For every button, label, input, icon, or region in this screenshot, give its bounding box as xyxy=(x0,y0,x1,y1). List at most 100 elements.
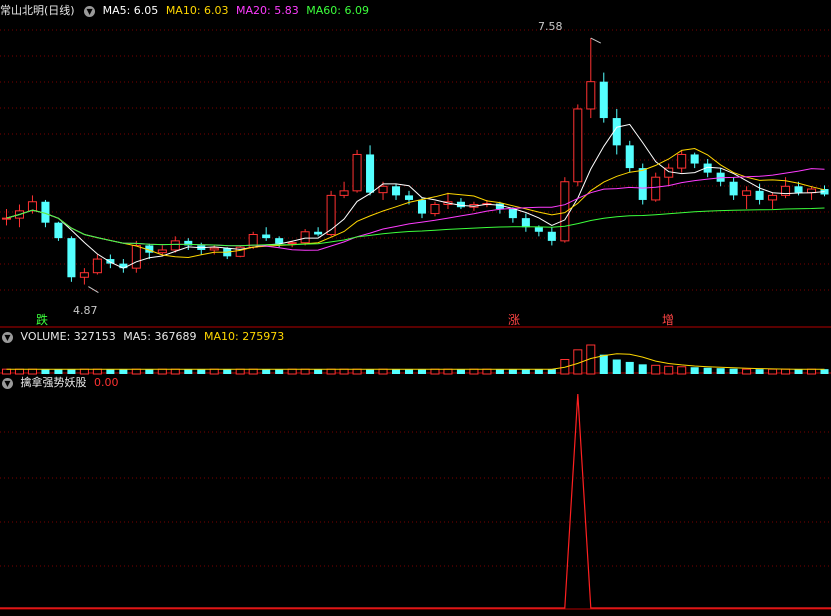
volume-bar xyxy=(235,368,245,375)
candle-body xyxy=(209,247,219,251)
candle-body xyxy=(378,185,388,194)
chevron-down-icon[interactable]: ▼ xyxy=(2,331,13,343)
candle-body xyxy=(131,244,141,269)
volume-bar xyxy=(67,369,76,374)
candle-body xyxy=(119,263,128,269)
candle-body xyxy=(430,203,440,215)
candle-body xyxy=(27,201,37,212)
volume-bar xyxy=(534,369,543,374)
candle-body xyxy=(729,181,738,196)
volume-bar xyxy=(170,368,180,375)
signal-rise-label: 涨 xyxy=(508,313,521,327)
volume-bar xyxy=(352,368,362,375)
chart-canvas xyxy=(0,29,831,610)
volume-bar xyxy=(275,369,284,374)
chevron-down-icon[interactable]: ▼ xyxy=(2,377,13,389)
volume-bar xyxy=(768,368,778,375)
volume-bar xyxy=(599,354,608,374)
candle-body xyxy=(755,190,764,200)
candle-body xyxy=(314,231,323,235)
volume-bar xyxy=(145,369,154,374)
volume-bar xyxy=(184,369,193,374)
candle-body xyxy=(534,227,543,232)
candle-body xyxy=(404,195,414,200)
volume-bar xyxy=(716,368,725,374)
candle-body xyxy=(79,272,89,278)
volume-bar xyxy=(781,368,791,375)
candle-body xyxy=(275,238,284,244)
volume-bar xyxy=(806,368,817,375)
high-price-label: 7.58 xyxy=(538,20,563,33)
indicator-panel-header: ▼ 擒拿强势妖股 0.00 xyxy=(0,375,123,391)
candle-body xyxy=(287,242,297,245)
chart-root: 常山北明(日线) ▼ MA5: 6.05 MA10: 6.03 MA20: 5.… xyxy=(0,0,831,616)
volume-bar xyxy=(638,364,647,374)
volume-bar xyxy=(54,369,63,374)
volume-bar xyxy=(262,369,271,374)
candle-body xyxy=(586,81,596,110)
price-panel-header: 常山北明(日线) ▼ MA5: 6.05 MA10: 6.03 MA20: 5.… xyxy=(0,3,373,19)
volume-bar xyxy=(508,369,517,374)
candle-body xyxy=(508,209,517,219)
volume-bar xyxy=(820,369,829,374)
volume-bar xyxy=(456,369,465,374)
volume-bar xyxy=(495,369,504,374)
signal-fall-label: 跌 xyxy=(36,313,49,327)
candle-body xyxy=(651,176,661,201)
candle-body xyxy=(262,234,271,239)
volume-bar xyxy=(612,359,621,374)
volume-bar xyxy=(119,369,128,374)
candle-body xyxy=(560,181,570,242)
candle-body xyxy=(768,194,778,201)
volume-bar xyxy=(314,369,323,374)
volume-bar xyxy=(339,368,349,375)
volume-bar xyxy=(547,369,556,374)
candle-body xyxy=(391,186,401,196)
volume-bar xyxy=(92,368,102,375)
volume-bar xyxy=(248,368,258,375)
volume-bar xyxy=(287,368,297,375)
indicator-value: 0.00 xyxy=(94,376,119,389)
volume-bar xyxy=(677,366,687,375)
ma5-line xyxy=(6,123,825,269)
volume-bar xyxy=(366,369,375,374)
volume-bar xyxy=(469,368,479,375)
volume-bar xyxy=(300,368,310,375)
ma60-label: MA60: 6.09 xyxy=(306,4,369,17)
volume-bar xyxy=(79,368,89,375)
stock-title: 常山北明(日线) xyxy=(0,4,75,17)
volume-bar xyxy=(794,369,803,374)
volume-bar xyxy=(625,361,634,374)
candle-body xyxy=(92,258,102,274)
volume-bar xyxy=(14,368,25,375)
candle-body xyxy=(54,222,63,239)
volume-bar xyxy=(690,367,699,374)
volume-label: VOLUME: 327153 xyxy=(20,330,116,343)
volume-bar xyxy=(651,364,661,375)
ma20-label: MA20: 5.83 xyxy=(236,4,299,17)
volume-bar xyxy=(41,369,50,374)
candle-body xyxy=(547,231,556,241)
volume-bar xyxy=(729,368,738,374)
volume-bar xyxy=(1,368,12,375)
candle-body xyxy=(690,154,699,164)
volume-bar xyxy=(378,368,388,375)
signal-increase-label: 增 xyxy=(662,313,675,327)
volume-bar xyxy=(27,368,37,375)
candle-body xyxy=(742,190,752,196)
volume-bar xyxy=(521,369,530,374)
volume-ma10-label: MA10: 275973 xyxy=(203,330,285,343)
candle-body xyxy=(716,172,725,182)
candle-body xyxy=(677,153,687,169)
volume-bar xyxy=(443,368,453,375)
volume-bar xyxy=(482,368,492,375)
candle-body xyxy=(106,259,115,264)
chevron-down-icon[interactable]: ▼ xyxy=(84,5,96,17)
candle-body xyxy=(326,194,336,236)
candle-body xyxy=(366,154,375,193)
volume-bar xyxy=(106,369,115,374)
volume-bar xyxy=(703,367,712,374)
volume-panel-header: ▼ VOLUME: 327153 MA5: 367689 MA10: 27597… xyxy=(0,329,288,345)
candle-body xyxy=(170,240,180,251)
ma10-label: MA10: 6.03 xyxy=(165,4,229,17)
